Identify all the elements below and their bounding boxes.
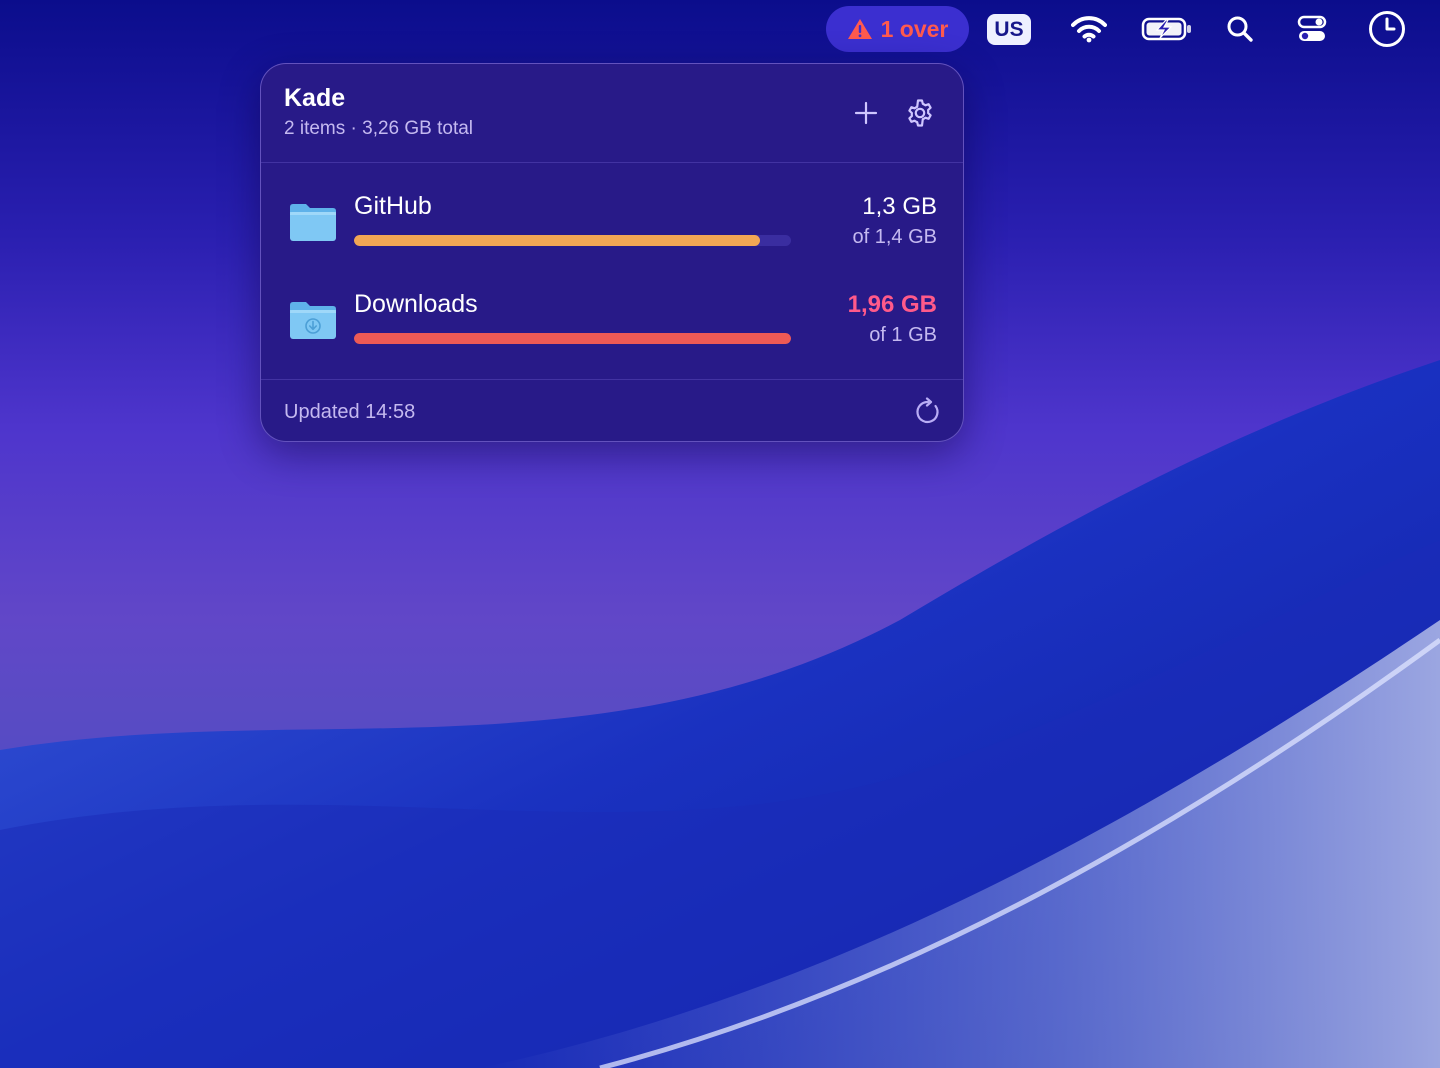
gear-icon <box>908 99 932 127</box>
list-item-github[interactable]: GitHub 1,3 GB of 1,4 GB <box>261 163 963 261</box>
battery-status-item[interactable] <box>1140 0 1194 58</box>
last-updated-label: Updated 14:58 <box>284 401 416 423</box>
popover-footer: Updated 14:58 <box>261 379 963 441</box>
over-count-label: 1 over <box>880 15 949 42</box>
usage-bar-fill <box>354 235 761 246</box>
clock-icon <box>1369 11 1405 47</box>
list-item-downloads[interactable]: Downloads 1,96 GB of 1 GB <box>261 261 963 359</box>
over-quota-status-item[interactable]: 1 over <box>826 6 969 52</box>
popover-title: Kade <box>284 84 346 112</box>
wifi-status-item[interactable] <box>1068 0 1110 58</box>
settings-button[interactable] <box>903 96 937 130</box>
item-quota: of 1,4 GB <box>852 226 938 248</box>
item-used-size: 1,96 GB <box>847 291 937 318</box>
menu-bar: 1 over US <box>0 0 1440 58</box>
popover-subtitle: 2 items · 3,26 GB total <box>284 118 474 139</box>
input-source-indicator[interactable]: US <box>987 14 1031 45</box>
item-name: Downloads <box>354 290 478 318</box>
refresh-icon <box>916 397 939 424</box>
warning-icon <box>847 19 872 39</box>
search-icon <box>1227 16 1253 42</box>
add-icon <box>854 101 878 125</box>
usage-bar-fill <box>354 333 791 344</box>
usage-bar <box>354 333 791 344</box>
wifi-icon <box>1071 16 1107 43</box>
storage-popover: Kade 2 items · 3,26 GB total GitHub 1,3 … <box>260 63 964 442</box>
item-quota: of 1 GB <box>869 324 937 346</box>
downloads-folder-icon <box>290 302 336 339</box>
folder-icon <box>290 204 336 241</box>
item-used-size: 1,3 GB <box>862 193 937 220</box>
control-center-icon <box>1297 15 1327 41</box>
add-button[interactable] <box>849 96 883 130</box>
usage-bar <box>354 235 791 246</box>
battery-charging-icon <box>1141 17 1191 41</box>
refresh-button[interactable] <box>913 397 945 429</box>
popover-header: Kade 2 items · 3,26 GB total <box>261 64 963 163</box>
spotlight-search-item[interactable] <box>1222 0 1258 58</box>
control-center-item[interactable] <box>1293 0 1331 58</box>
item-name: GitHub <box>354 192 432 220</box>
clock-status-item[interactable] <box>1366 0 1408 58</box>
